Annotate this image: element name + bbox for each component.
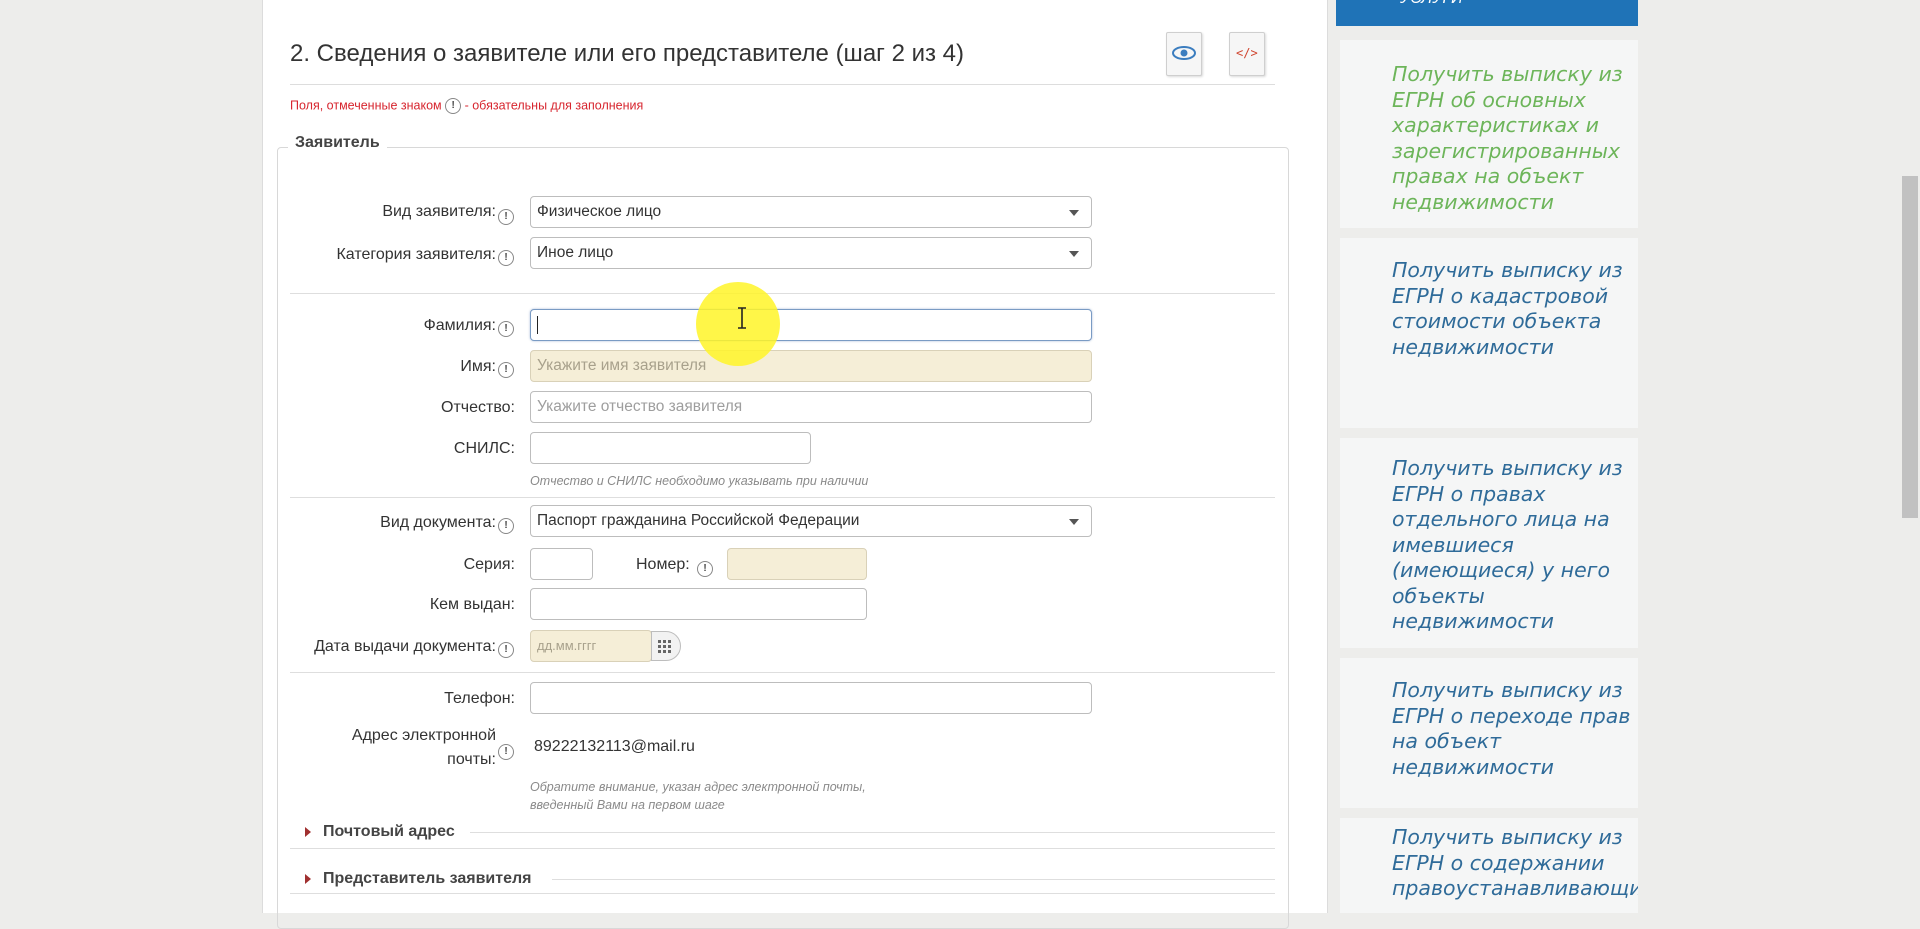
text-cursor-icon xyxy=(738,307,746,329)
sidebar-card: Получить выписку из ЕГРН о кадастровой с… xyxy=(1340,238,1638,428)
email-hint-line2: введенный Вами на первом шаге xyxy=(530,798,725,812)
sidebar-card: Получить выписку из ЕГРН об основных хар… xyxy=(1340,40,1638,228)
required-mark-icon: ! xyxy=(498,321,514,337)
first-name-label: Имя: xyxy=(460,358,496,375)
doc-type-label: Вид документа: xyxy=(380,514,496,531)
applicant-category-select[interactable]: Иное лицо xyxy=(530,237,1092,269)
section-divider xyxy=(290,848,1275,849)
required-mark-icon: ! xyxy=(498,250,514,266)
section-divider xyxy=(290,293,1275,294)
required-mark-icon: ! xyxy=(498,518,514,534)
patronymic-label: Отчество: xyxy=(441,399,515,416)
applicant-type-select[interactable]: Физическое лицо xyxy=(530,196,1092,228)
doc-type-select[interactable]: Паспорт гражданина Российской Федерации xyxy=(530,505,1092,537)
patronymic-input[interactable]: Укажите отчество заявителя xyxy=(530,391,1092,423)
section-divider xyxy=(290,497,1275,498)
required-note-suffix: - обязательны для заполнения xyxy=(464,98,644,113)
required-note-text: Поля, отмеченные знаком xyxy=(290,98,442,113)
email-label-line2: почты: xyxy=(447,751,496,768)
sidebar-card: Получить выписку из ЕГРН о правах отдель… xyxy=(1340,438,1638,648)
sidebar-link-main-characteristics[interactable]: Получить выписку из ЕГРН об основных хар… xyxy=(1392,62,1632,215)
applicant-type-value: Физическое лицо xyxy=(537,203,662,220)
section-divider xyxy=(470,832,1275,833)
sidebar-link-rights-transfer[interactable]: Получить выписку из ЕГРН о переходе прав… xyxy=(1392,678,1632,780)
sidebar-link-cadastral-value[interactable]: Получить выписку из ЕГРН о кадастровой с… xyxy=(1392,258,1632,360)
services-button-label: УСЛУГИ xyxy=(1400,0,1463,8)
required-mark-icon: ! xyxy=(498,744,514,760)
snils-label: СНИЛС: xyxy=(453,440,515,457)
required-mark-icon: ! xyxy=(498,642,514,658)
scrollbar-thumb[interactable] xyxy=(1902,176,1918,518)
snils-hint: Отчество и СНИЛС необходимо указывать пр… xyxy=(530,474,869,488)
applicant-category-label: Категория заявителя: xyxy=(336,246,496,263)
section-divider xyxy=(290,893,1275,894)
issued-by-label: Кем выдан: xyxy=(429,596,515,613)
email-hint-line1: Обратите внимание, указан адрес электрон… xyxy=(530,780,866,794)
expand-arrow-icon[interactable] xyxy=(305,827,311,837)
required-mark-icon: ! xyxy=(498,362,514,378)
svg-text:</>: </> xyxy=(1236,46,1258,60)
applicant-category-value: Иное лицо xyxy=(537,244,614,261)
series-label: Серия: xyxy=(463,556,515,573)
issued-by-input[interactable] xyxy=(530,588,867,620)
chevron-down-icon xyxy=(1069,251,1079,257)
number-label: Номер: xyxy=(636,556,690,573)
sidebar-card: Получить выписку из ЕГРН о переходе прав… xyxy=(1340,658,1638,808)
doc-type-value: Паспорт гражданина Российской Федерации xyxy=(537,512,860,529)
series-input[interactable] xyxy=(530,548,593,580)
phone-label: Телефон: xyxy=(444,690,515,707)
section-divider xyxy=(552,879,1275,880)
required-mark-icon: ! xyxy=(445,98,462,114)
fieldset-legend: Заявитель xyxy=(288,134,387,152)
expand-arrow-icon[interactable] xyxy=(305,874,311,884)
text-caret xyxy=(537,315,538,334)
surname-label: Фамилия: xyxy=(423,317,496,334)
required-mark-icon: ! xyxy=(697,561,713,577)
required-mark-icon: ! xyxy=(498,209,514,225)
email-label: Адрес электронной почты: xyxy=(352,724,496,772)
postal-address-toggle[interactable]: Почтовый адрес xyxy=(323,823,455,841)
services-button[interactable]: УСЛУГИ xyxy=(1336,0,1638,26)
page-title: 2. Сведения о заявителе или его представ… xyxy=(290,40,965,67)
sidebar-card: Получить выписку из ЕГРН о содержании пр… xyxy=(1340,818,1638,913)
section-divider xyxy=(290,672,1275,673)
surname-input[interactable] xyxy=(530,309,1092,341)
required-note: Поля, отмеченные знаком ! - обязательны … xyxy=(290,98,643,114)
snils-input[interactable] xyxy=(530,432,811,464)
applicant-type-label: Вид заявителя: xyxy=(382,203,496,220)
number-input[interactable] xyxy=(727,548,867,580)
issue-date-input[interactable]: дд.мм.гггг xyxy=(530,630,652,662)
chevron-down-icon xyxy=(1069,210,1079,216)
title-divider xyxy=(290,84,1275,85)
first-name-input[interactable]: Укажите имя заявителя xyxy=(530,350,1092,382)
sidebar-link-person-rights[interactable]: Получить выписку из ЕГРН о правах отдель… xyxy=(1392,456,1632,635)
issue-date-label: Дата выдачи документа: xyxy=(314,638,496,655)
email-label-line1: Адрес электронной xyxy=(351,727,496,744)
chevron-down-icon xyxy=(1069,519,1079,525)
phone-input[interactable] xyxy=(530,682,1092,714)
calendar-icon[interactable] xyxy=(651,631,681,661)
sidebar-link-title-documents[interactable]: Получить выписку из ЕГРН о содержании пр… xyxy=(1392,825,1638,902)
email-value: 89222132113@mail.ru xyxy=(534,738,695,755)
representative-toggle[interactable]: Представитель заявителя xyxy=(323,870,531,888)
eye-document-icon[interactable] xyxy=(1166,32,1202,76)
code-document-icon[interactable]: </> xyxy=(1229,32,1265,76)
